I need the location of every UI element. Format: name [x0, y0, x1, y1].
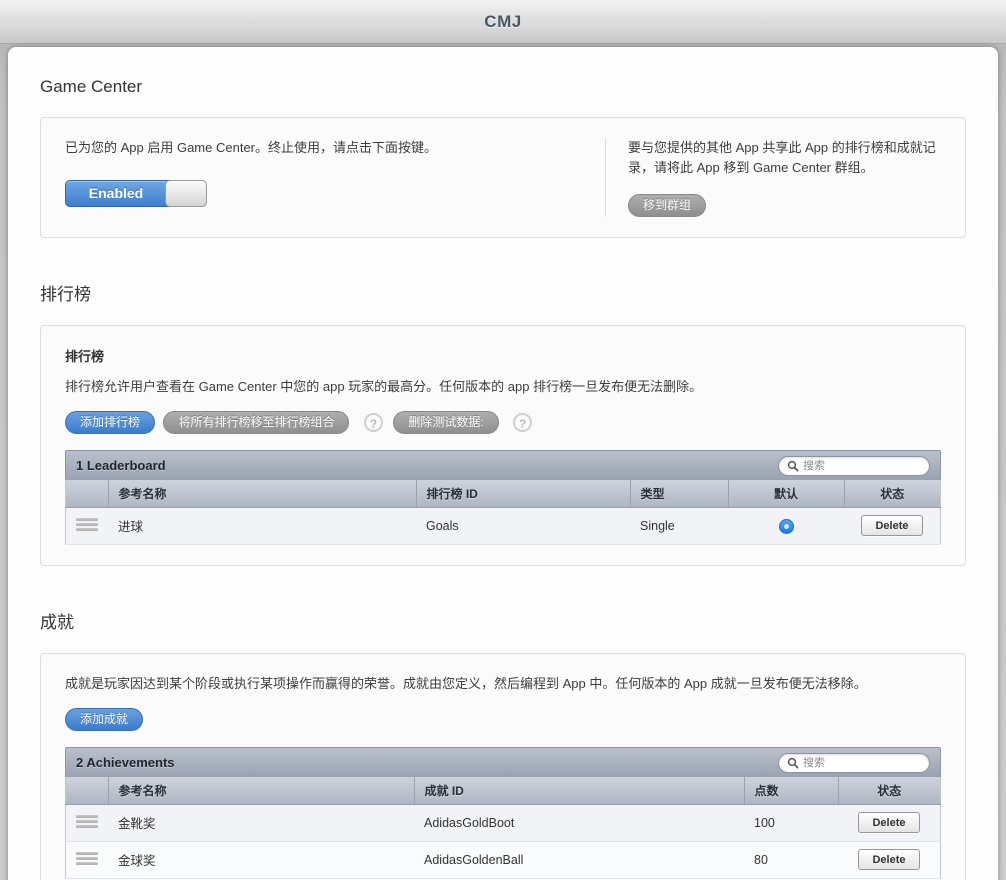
- leaderboard-name-cell: 进球: [108, 507, 416, 544]
- delete-button[interactable]: Delete: [858, 849, 920, 870]
- drag-column-header: [66, 777, 109, 804]
- move-all-leaderboards-button[interactable]: 将所有排行榜移至排行榜组合: [163, 411, 349, 434]
- achievements-table-titlebar: 2 Achievements: [65, 747, 941, 777]
- default-radio[interactable]: [779, 519, 794, 534]
- achievement-name-cell: 金球奖: [108, 841, 414, 878]
- content-card: Game Center 已为您的 App 启用 Game Center。终止使用…: [8, 47, 998, 880]
- achievements-heading: 成就: [40, 608, 966, 633]
- column-header-status[interactable]: 状态: [838, 777, 941, 804]
- search-icon: [787, 460, 799, 472]
- drag-handle-icon[interactable]: [76, 514, 98, 535]
- leaderboards-button-row: 添加排行榜 将所有排行榜移至排行榜组合 ? 删除测试数据: ?: [65, 411, 941, 434]
- leaderboards-description: 排行榜允许用户查看在 Game Center 中您的 app 玩家的最高分。任何…: [65, 377, 941, 397]
- leaderboard-type-cell: Single: [630, 507, 728, 544]
- help-icon[interactable]: ?: [364, 413, 383, 432]
- achievement-points-cell: 100: [744, 804, 838, 841]
- leaderboard-header-row: 参考名称 排行榜 ID 类型 默认 状态: [66, 480, 941, 507]
- column-header-points[interactable]: 点数: [744, 777, 838, 804]
- leaderboard-table-titlebar: 1 Leaderboard: [65, 450, 941, 480]
- help-icon[interactable]: ?: [513, 413, 532, 432]
- game-center-panel: 已为您的 App 启用 Game Center。终止使用，请点击下面按键。 En…: [40, 117, 966, 238]
- leaderboards-section: 排行榜 排行榜 排行榜允许用户查看在 Game Center 中您的 app 玩…: [40, 280, 966, 566]
- table-row[interactable]: 金靴奖 AdidasGoldBoot 100 Delete: [66, 804, 941, 841]
- add-achievement-button[interactable]: 添加成就: [65, 708, 143, 731]
- delete-button[interactable]: Delete: [861, 515, 923, 536]
- toggle-knob-icon[interactable]: [165, 180, 207, 207]
- search-icon: [787, 757, 799, 769]
- leaderboards-panel: 排行榜 排行榜允许用户查看在 Game Center 中您的 app 玩家的最高…: [40, 325, 966, 566]
- achievement-id-cell: AdidasGoldenBall: [414, 841, 744, 878]
- leaderboards-heading: 排行榜: [40, 280, 966, 305]
- table-row[interactable]: 进球 Goals Single Delete: [66, 507, 941, 544]
- achievements-table-title: 2 Achievements: [76, 755, 175, 770]
- column-header-name[interactable]: 参考名称: [108, 480, 416, 507]
- delete-test-data-button[interactable]: 删除测试数据:: [393, 411, 498, 434]
- column-header-type[interactable]: 类型: [630, 480, 728, 507]
- drag-handle-icon[interactable]: [76, 811, 98, 832]
- achievements-header-row: 参考名称 成就 ID 点数 状态: [66, 777, 941, 804]
- drag-column-header: [66, 480, 109, 507]
- game-center-left-column: 已为您的 App 启用 Game Center。终止使用，请点击下面按键。 En…: [65, 138, 605, 217]
- achievements-description: 成就是玩家因达到某个阶段或执行某项操作而赢得的荣誉。成就由您定义，然后编程到 A…: [65, 674, 941, 694]
- achievement-points-cell: 80: [744, 841, 838, 878]
- achievements-panel: 成就是玩家因达到某个阶段或执行某项操作而赢得的荣誉。成就由您定义，然后编程到 A…: [40, 653, 966, 880]
- leaderboard-searchbox[interactable]: [778, 456, 930, 476]
- leaderboard-table: 1 Leaderboard: [65, 450, 941, 545]
- column-header-status[interactable]: 状态: [844, 480, 941, 507]
- add-leaderboard-button[interactable]: 添加排行榜: [65, 411, 155, 434]
- achievements-search-input[interactable]: [803, 757, 921, 769]
- column-header-name[interactable]: 参考名称: [108, 777, 414, 804]
- move-to-group-button[interactable]: 移到群组: [628, 194, 706, 217]
- leaderboards-panel-title: 排行榜: [65, 346, 941, 365]
- toggle-label: Enabled: [66, 181, 166, 206]
- achievement-id-cell: AdidasGoldBoot: [414, 804, 744, 841]
- game-center-section: Game Center 已为您的 App 启用 Game Center。终止使用…: [40, 77, 966, 238]
- page-title: CMJ: [484, 12, 521, 32]
- achievements-table: 2 Achievements: [65, 747, 941, 879]
- achievement-name-cell: 金靴奖: [108, 804, 414, 841]
- achievements-button-row: 添加成就: [65, 708, 941, 731]
- column-header-id[interactable]: 排行榜 ID: [416, 480, 630, 507]
- achievements-searchbox[interactable]: [778, 753, 930, 773]
- game-center-enabled-toggle[interactable]: Enabled: [65, 180, 207, 207]
- column-header-default[interactable]: 默认: [728, 480, 844, 507]
- achievements-section: 成就 成就是玩家因达到某个阶段或执行某项操作而赢得的荣誉。成就由您定义，然后编程…: [40, 608, 966, 880]
- column-header-id[interactable]: 成就 ID: [414, 777, 744, 804]
- table-row[interactable]: 金球奖 AdidasGoldenBall 80 Delete: [66, 841, 941, 878]
- delete-button[interactable]: Delete: [858, 812, 920, 833]
- leaderboard-table-title: 1 Leaderboard: [76, 458, 166, 473]
- window-titlebar: CMJ: [0, 0, 1006, 44]
- game-center-heading: Game Center: [40, 77, 966, 97]
- game-center-right-column: 要与您提供的其他 App 共享此 App 的排行榜和成就记录，请将此 App 移…: [606, 138, 941, 217]
- game-center-status-text: 已为您的 App 启用 Game Center。终止使用，请点击下面按键。: [65, 138, 581, 158]
- group-share-text: 要与您提供的其他 App 共享此 App 的排行榜和成就记录，请将此 App 移…: [628, 138, 941, 178]
- leaderboard-id-cell: Goals: [416, 507, 630, 544]
- leaderboard-search-input[interactable]: [803, 460, 921, 472]
- drag-handle-icon[interactable]: [76, 848, 98, 869]
